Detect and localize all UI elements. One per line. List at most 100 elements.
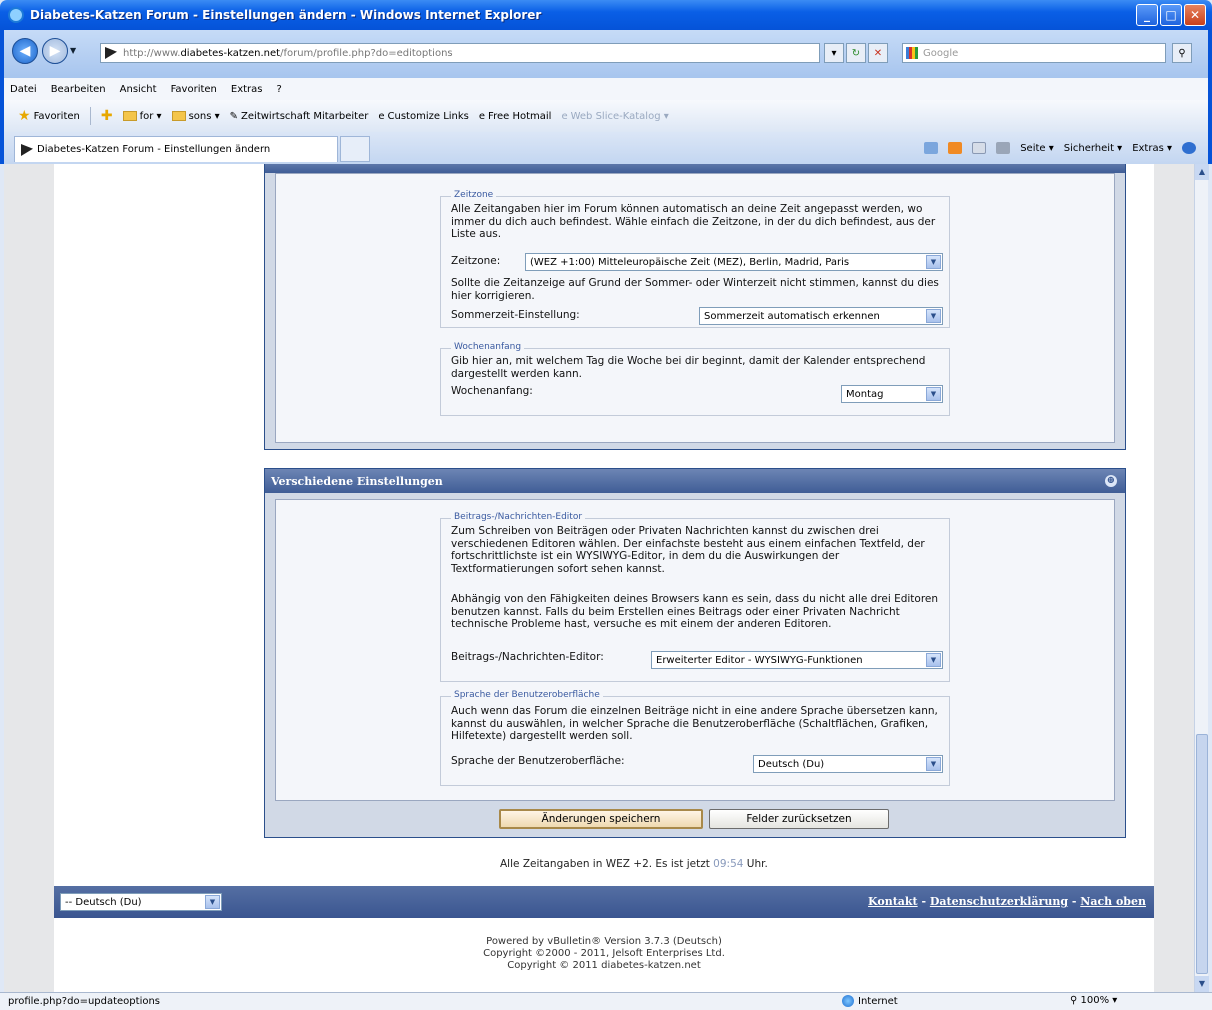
- address-input[interactable]: http://www. diabetes-katzen.net/forum/pro…: [100, 43, 820, 63]
- folder-icon: [122, 111, 137, 121]
- menu-item-help[interactable]: ?: [277, 84, 282, 95]
- sprache-description: Auch wenn das Forum die einzelnen Beiträ…: [451, 705, 938, 742]
- chevron-down-icon[interactable]: ▼: [926, 255, 941, 269]
- dst-select[interactable]: Sommerzeit automatisch erkennen ▼: [699, 307, 943, 325]
- menu-item-extras[interactable]: Extras: [231, 84, 263, 95]
- privacy-link[interactable]: Datenschutzerklärung: [930, 895, 1068, 908]
- separator: [89, 107, 91, 125]
- scroll-down-icon[interactable]: ▼: [1195, 976, 1209, 992]
- refresh-icon[interactable]: ↻: [846, 43, 866, 63]
- scrollbar-thumb[interactable]: [1196, 734, 1208, 974]
- favorite-label: sons ▾: [188, 110, 220, 122]
- history-dropdown-icon[interactable]: ▼: [70, 46, 76, 55]
- command-seite[interactable]: Seite ▾: [1020, 143, 1054, 154]
- chevron-down-icon[interactable]: ▼: [205, 895, 220, 909]
- rss-feed-icon[interactable]: [948, 142, 963, 154]
- home-icon[interactable]: [924, 142, 939, 154]
- zeitzone-label: Zeitzone:: [451, 255, 501, 267]
- panel-verschiedene: Verschiedene Einstellungen ⊕ Beitrags-/N…: [264, 468, 1126, 838]
- panel-header: Verschiedene Einstellungen ⊕: [265, 469, 1125, 493]
- print-icon[interactable]: [996, 142, 1011, 154]
- favorite-for[interactable]: for ▾: [122, 111, 162, 122]
- folder-icon: [171, 111, 186, 121]
- dst-value: Sommerzeit automatisch erkennen: [704, 310, 880, 322]
- link-icon: ✎: [229, 110, 239, 122]
- vertical-scrollbar[interactable]: ▲ ▼: [1194, 164, 1209, 992]
- menu-item-bearbeiten[interactable]: Bearbeiten: [51, 84, 106, 95]
- favorite-web-slice[interactable]: e Web Slice-Katalog ▾: [561, 111, 668, 122]
- site-favicon-icon: [21, 144, 33, 156]
- editor-select[interactable]: Erweiterter Editor - WYSIWYG-Funktionen …: [651, 651, 943, 669]
- chevron-down-icon[interactable]: ▼: [926, 387, 941, 401]
- maximize-button[interactable]: □: [1160, 4, 1182, 26]
- new-tab-button[interactable]: [340, 136, 370, 162]
- panel-datetime: Zeitzone Alle Zeitangaben hier im Forum …: [264, 164, 1126, 450]
- wochenanfang-select[interactable]: Montag ▼: [841, 385, 943, 403]
- legend-sprache: Sprache der Benutzeroberfläche: [451, 690, 603, 700]
- panel-title: Verschiedene Einstellungen: [271, 474, 443, 488]
- favorite-free-hotmail[interactable]: e Free Hotmail: [479, 111, 552, 122]
- current-time: 09:54: [713, 858, 744, 870]
- security-zone[interactable]: Internet: [842, 995, 898, 1007]
- collapse-icon[interactable]: ⊕: [1105, 475, 1117, 487]
- help-icon[interactable]: [1182, 142, 1196, 154]
- favorite-zeitwirtschaft[interactable]: ✎ Zeitwirtschaft Mitarbeiter: [230, 111, 369, 122]
- back-button[interactable]: ◀: [12, 38, 38, 64]
- fieldset-editor: Beitrags-/Nachrichten-Editor Zum Schreib…: [440, 512, 950, 682]
- language-value: -- Deutsch (Du): [65, 896, 142, 908]
- ie-page-icon: e: [378, 110, 385, 122]
- back-to-top-link[interactable]: Nach oben: [1080, 895, 1146, 908]
- favorite-label: Web Slice-Katalog ▾: [570, 110, 669, 122]
- search-input[interactable]: Google: [902, 43, 1166, 63]
- close-button[interactable]: ✕: [1184, 4, 1206, 26]
- star-icon: ★: [18, 108, 31, 124]
- status-url: profile.php?do=updateoptions: [8, 996, 161, 1007]
- scroll-up-icon[interactable]: ▲: [1195, 164, 1209, 180]
- save-changes-button[interactable]: Änderungen speichern: [499, 809, 703, 829]
- favorite-sons[interactable]: sons ▾: [171, 110, 220, 122]
- mail-icon[interactable]: [972, 142, 987, 154]
- copyright-block: Powered by vBulletin® Version 3.7.3 (Deu…: [54, 936, 1154, 972]
- copyright-jelsoft: Copyright ©2000 - 2011, Jelsoft Enterpri…: [483, 948, 725, 959]
- menu-item-ansicht[interactable]: Ansicht: [120, 84, 157, 95]
- chevron-down-icon[interactable]: ▼: [926, 757, 941, 771]
- zeitzone-select[interactable]: (WEZ +1:00) Mitteleuropäische Zeit (MEZ)…: [525, 253, 943, 271]
- search-icon[interactable]: ⚲: [1172, 43, 1192, 63]
- chevron-down-icon[interactable]: ▼: [926, 309, 941, 323]
- zeitzone-value: (WEZ +1:00) Mitteleuropäische Zeit (MEZ)…: [530, 256, 850, 268]
- status-bar: profile.php?do=updateoptions Internet ⚲ …: [0, 992, 1212, 1010]
- page-viewport: Zeitzone Alle Zeitangaben hier im Forum …: [4, 164, 1194, 992]
- command-sicherheit[interactable]: Sicherheit ▾: [1064, 143, 1122, 154]
- ie-page-icon: e: [478, 110, 486, 122]
- add-favorite-icon[interactable]: ✚: [101, 108, 113, 124]
- zone-label: Internet: [858, 995, 898, 1007]
- window-title: Diabetes-Katzen Forum - Einstellungen än…: [30, 8, 542, 22]
- favorite-customize-links[interactable]: e Customize Links: [378, 111, 469, 122]
- contact-link[interactable]: Kontakt: [868, 895, 918, 908]
- menu-item-datei[interactable]: Datei: [10, 84, 37, 95]
- window-titlebar[interactable]: Diabetes-Katzen Forum - Einstellungen än…: [0, 0, 1212, 30]
- wochenanfang-description: Gib hier an, mit welchem Tag die Woche b…: [451, 355, 926, 380]
- tab-active[interactable]: Diabetes-Katzen Forum - Einstellungen än…: [14, 136, 338, 162]
- editor-description-1: Zum Schreiben von Beiträgen oder Private…: [451, 525, 925, 575]
- fieldset-wochenanfang: Wochenanfang Gib hier an, mit welchem Ta…: [440, 342, 950, 416]
- minimize-button[interactable]: _: [1136, 4, 1158, 26]
- stop-icon[interactable]: ✕: [868, 43, 888, 63]
- menu-item-favoriten[interactable]: Favoriten: [171, 84, 217, 95]
- panel-body: Zeitzone Alle Zeitangaben hier im Forum …: [275, 173, 1115, 443]
- chevron-down-icon[interactable]: ▼: [926, 653, 941, 667]
- forward-button[interactable]: ▶: [42, 38, 68, 64]
- command-extras[interactable]: Extras ▾: [1132, 143, 1172, 154]
- favorites-button[interactable]: ★ Favoriten: [18, 108, 80, 124]
- address-dropdown-icon[interactable]: ▾: [824, 43, 844, 63]
- favorites-label: Favoriten: [33, 110, 80, 122]
- sprache-select[interactable]: Deutsch (Du) ▼: [753, 755, 943, 773]
- url-path: /forum/profile.php?do=editoptions: [280, 47, 453, 59]
- language-select[interactable]: -- Deutsch (Du) ▼: [60, 893, 222, 911]
- legend-editor: Beitrags-/Nachrichten-Editor: [451, 512, 586, 522]
- legend-wochenanfang: Wochenanfang: [451, 342, 525, 352]
- zoom-level[interactable]: ⚲ 100% ▾: [1070, 995, 1117, 1006]
- editor-value: Erweiterter Editor - WYSIWYG-Funktionen: [656, 654, 863, 666]
- google-icon: [906, 47, 918, 59]
- reset-fields-button[interactable]: Felder zurücksetzen: [709, 809, 889, 829]
